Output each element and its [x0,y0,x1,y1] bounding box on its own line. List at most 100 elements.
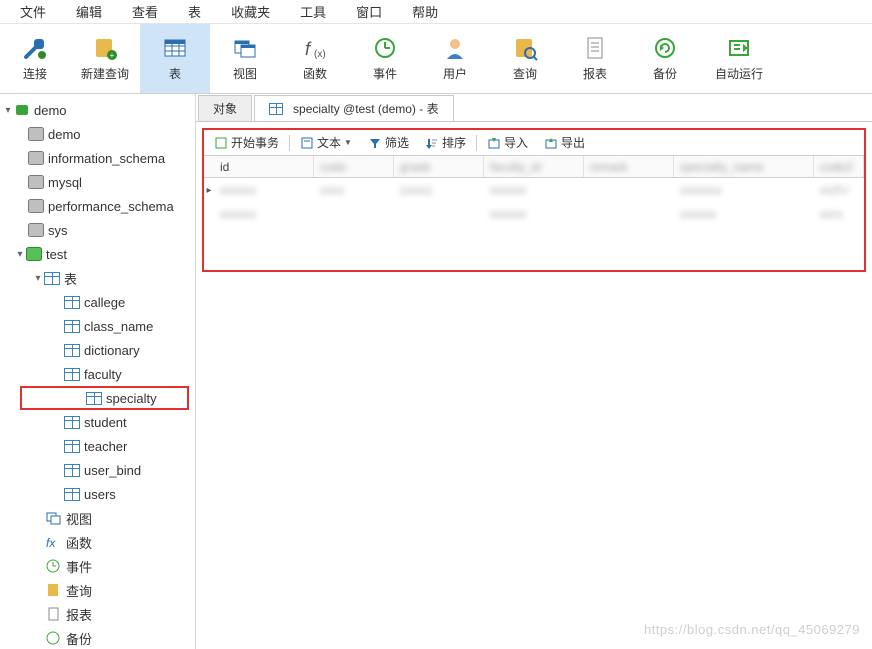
tree-node-views[interactable]: 视图 [0,506,195,530]
tool-query-label: 查询 [513,65,537,82]
menu-tools[interactable]: 工具 [286,0,340,23]
text-icon [300,136,314,150]
svg-text:f: f [305,39,312,59]
menu-favorites[interactable]: 收藏夹 [217,0,284,23]
tree-table-class-name[interactable]: class_name [0,314,195,338]
clock-icon [46,559,62,573]
tool-report-label: 报表 [583,65,607,82]
tool-view[interactable]: 视图 [210,24,280,93]
row-marker [204,202,214,226]
menu-help[interactable]: 帮助 [398,0,452,23]
tool-event[interactable]: 事件 [350,24,420,93]
sort-icon [425,136,439,150]
tool-query[interactable]: 查询 [490,24,560,93]
grid-row-1[interactable]: xxxxxx xxxxxx xxxxxx xxro [204,202,864,226]
tree-table-teacher[interactable]: teacher [0,434,195,458]
fx-icon: f(x) [302,35,328,61]
menu-file[interactable]: 文件 [6,0,60,23]
col-4[interactable]: remark [584,156,674,177]
auto-icon [726,35,752,61]
sort-button[interactable]: 排序 [419,132,472,154]
text-mode-button[interactable]: 文本▼ [294,132,358,154]
tree-table-dictionary[interactable]: dictionary [0,338,195,362]
data-panel: 开始事务 文本▼ 筛选 排序 导入 [202,128,866,272]
col-6[interactable]: code2 [814,156,864,177]
tree-table-specialty[interactable]: specialty [20,386,189,410]
tree-db-demo[interactable]: demo [0,122,195,146]
tool-connect[interactable]: 连接 [0,24,70,93]
tool-function[interactable]: f(x) 函数 [280,24,350,93]
tree-table-callege[interactable]: callege [0,290,195,314]
tool-new-query-label: 新建查询 [81,65,129,82]
chevron-down-icon[interactable]: ▾ [14,249,26,260]
tree-connection[interactable]: ▾ demo [0,98,195,122]
tool-new-query[interactable]: + 新建查询 [70,24,140,93]
col-1[interactable]: code [314,156,394,177]
menu-table[interactable]: 表 [174,0,215,23]
col-3[interactable]: faculty_id [484,156,584,177]
tool-table[interactable]: 表 [140,24,210,93]
tree-db-mysql[interactable]: mysql [0,170,195,194]
tree-tables-node[interactable]: ▾ 表 [0,266,195,290]
tool-user[interactable]: 用户 [420,24,490,93]
menu-view[interactable]: 查看 [118,0,172,23]
chevron-down-icon[interactable]: ▾ [32,273,44,284]
col-id[interactable]: id [214,156,314,177]
plug-icon [22,35,48,61]
tab-objects[interactable]: 对象 [198,95,252,121]
data-grid[interactable]: id code grade faculty_id remark specialt… [204,156,864,226]
tree-node-events[interactable]: 事件 [0,554,195,578]
backup-icon [652,35,678,61]
main-toolbar: 连接 + 新建查询 表 视图 f(x) 函数 事件 用户 [0,24,872,94]
chevron-down-icon[interactable]: ▾ [2,105,14,116]
sidebar-tree: ▾ demo demo information_schema mysql per… [0,94,196,649]
view-icon [46,511,62,525]
clock-icon [372,35,398,61]
export-button[interactable]: 导出 [538,132,591,154]
backup-icon [46,631,62,645]
export-icon [544,136,558,150]
table-icon [162,35,188,61]
tree-table-users[interactable]: users [0,482,195,506]
transaction-icon [214,136,228,150]
current-row-marker: ▸ [204,178,214,202]
tool-auto[interactable]: 自动运行 [700,24,778,93]
tree-db-sys[interactable]: sys [0,218,195,242]
menu-window[interactable]: 窗口 [342,0,396,23]
table-icon [64,440,80,453]
tree-node-queries[interactable]: 查询 [0,578,195,602]
report-icon [582,35,608,61]
table-icon [269,103,283,115]
filter-button[interactable]: 筛选 [362,132,415,154]
table-icon [64,368,80,381]
grid-row-0[interactable]: ▸ xxxxxx xxxx (xxxx) xxxxxx xxxxxxx xxZU [204,178,864,202]
tab-specialty[interactable]: specialty @test (demo) - 表 [254,95,454,121]
col-5[interactable]: specialty_name [674,156,814,177]
import-icon [487,136,501,150]
table-icon [64,464,80,477]
user-icon [442,35,468,61]
menu-edit[interactable]: 编辑 [62,0,116,23]
tree-db-information-schema[interactable]: information_schema [0,146,195,170]
tree-table-student[interactable]: student [0,410,195,434]
tree-db-performance-schema[interactable]: performance_schema [0,194,195,218]
tree-table-faculty[interactable]: faculty [0,362,195,386]
database-icon [28,127,44,141]
table-icon [64,488,80,501]
tree-node-reports[interactable]: 报表 [0,602,195,626]
tool-report[interactable]: 报表 [560,24,630,93]
database-icon [28,223,44,237]
table-icon [64,416,80,429]
begin-transaction-button[interactable]: 开始事务 [208,132,285,154]
svg-text:+: + [110,51,115,60]
import-button[interactable]: 导入 [481,132,534,154]
tree-node-functions[interactable]: fx函数 [0,530,195,554]
col-2[interactable]: grade [394,156,484,177]
tool-backup[interactable]: 备份 [630,24,700,93]
tree-table-user-bind[interactable]: user_bind [0,458,195,482]
view-icon [232,35,258,61]
tree-node-backup[interactable]: 备份 [0,626,195,649]
tool-function-label: 函数 [303,65,327,82]
tree-db-test[interactable]: ▾ test [0,242,195,266]
chevron-down-icon[interactable]: ▼ [344,138,352,147]
